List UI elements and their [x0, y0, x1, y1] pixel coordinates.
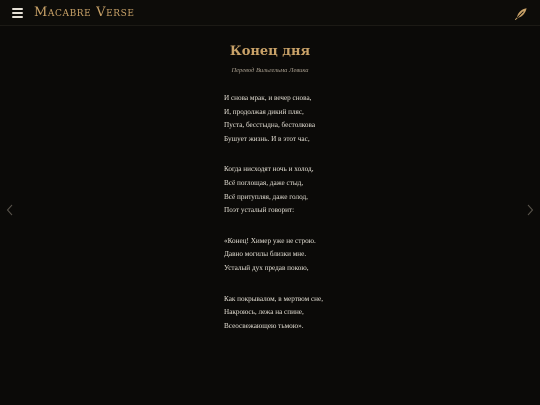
- poem-translator: Перевод Вильгельма Левика: [231, 67, 309, 74]
- poem-line: Всё поглощая, даже стыд,: [224, 178, 304, 187]
- chevron-left-icon[interactable]: [5, 201, 15, 216]
- chevron-right-icon[interactable]: [525, 201, 535, 216]
- poem-line: И снова мрак, и вечер снова,: [224, 94, 312, 102]
- poem-view: Конец дня Перевод Вильгельма Левика И сн…: [0, 26, 540, 405]
- poem-title: Конец дня: [229, 44, 311, 59]
- poem-body: И снова мрак, и вечер снова, И, продолжа…: [224, 92, 484, 350]
- menu-line: [12, 8, 23, 10]
- top-bar: Macabre Verse: [0, 0, 540, 26]
- feather-quill-icon[interactable]: [514, 6, 528, 21]
- poem-line: Поэт усталый говорит:: [224, 206, 295, 215]
- stanza: Как покрывалом, в мертвом сне, Накроюсь,…: [224, 293, 484, 334]
- menu-line: [12, 12, 23, 14]
- poem-line: «Конец! Химер уже не строю.: [224, 236, 316, 245]
- menu-line: [12, 16, 23, 18]
- poem-line: Бушует жизнь. И в этот час,: [224, 134, 310, 143]
- poem-line: Накроюсь, лежа на спине,: [224, 308, 304, 317]
- poem-line: Усталый дух предав покою,: [224, 263, 309, 272]
- brand-title[interactable]: Macabre Verse: [34, 5, 135, 20]
- poem-line: Как покрывалом, в мертвом сне,: [224, 294, 324, 303]
- poem-line: Всеосвежающею тьмою».: [224, 321, 304, 330]
- poem-line: И, продолжая дикий пляс,: [224, 107, 304, 116]
- stanza: Когда нисходят ночь и холод, Всё поглоща…: [224, 163, 484, 217]
- hamburger-icon[interactable]: [12, 8, 24, 18]
- stanza: «Конец! Химер уже не строю. Давно могилы…: [224, 235, 484, 276]
- poem-line: Когда нисходят ночь и холод,: [224, 165, 314, 174]
- poem-line: Пуста, бесстыдна, бестолкова: [224, 121, 316, 130]
- stanza: И снова мрак, и вечер снова, И, продолжа…: [224, 92, 484, 146]
- poem-line: Давно могилы близки мне.: [224, 250, 307, 259]
- poem-line: Всё притупляя, даже голод,: [224, 192, 308, 201]
